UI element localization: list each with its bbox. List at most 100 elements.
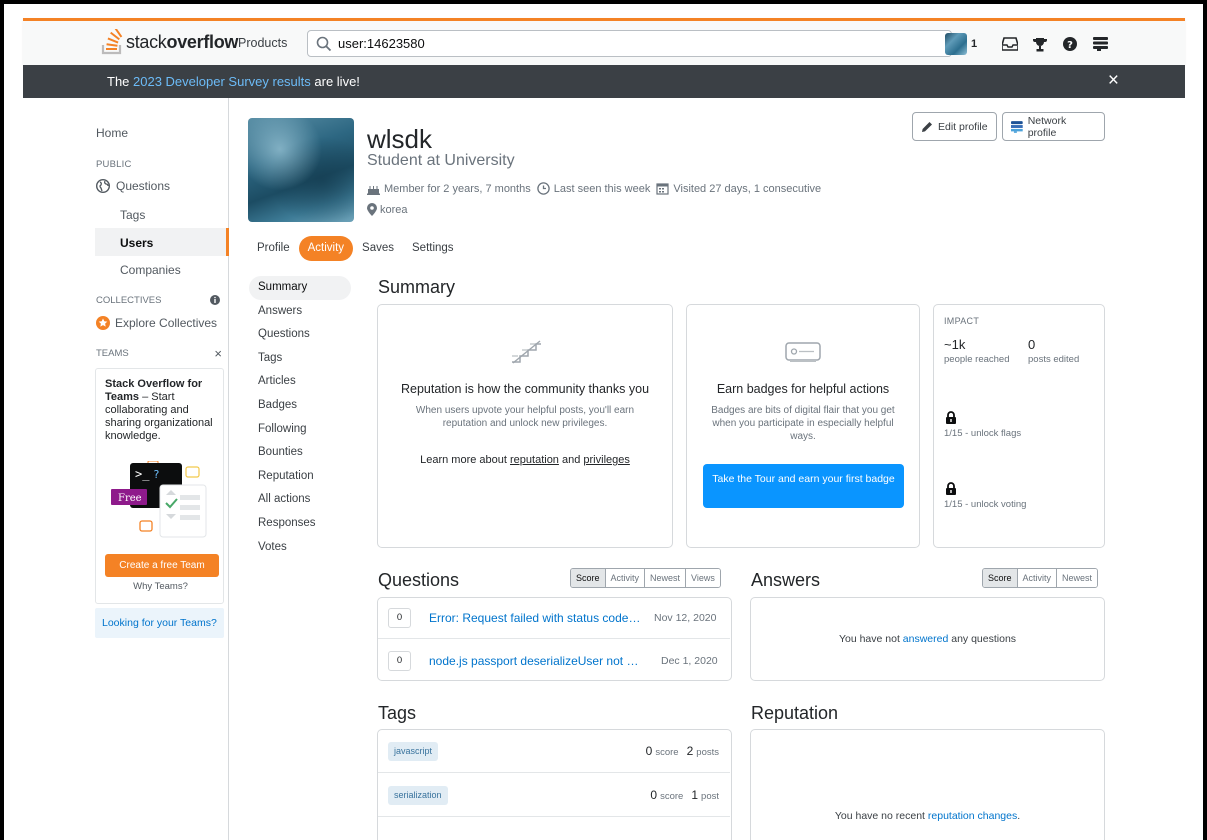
survey-results-link[interactable]: 2023 Developer Survey results <box>133 74 311 89</box>
question-title-link[interactable]: node.js passport deserializeUser not wor… <box>429 654 641 668</box>
subnav-summary[interactable]: Summary <box>249 276 351 300</box>
people-reached-value: ~1k <box>944 337 966 352</box>
reputation-changes-link[interactable]: reputation changes <box>928 810 1017 822</box>
logo-text-bold: overflow <box>166 31 239 52</box>
question-row: 0 node.js passport deserializeUser not w… <box>378 640 730 681</box>
search-box[interactable] <box>307 30 952 57</box>
questions-sort-newest[interactable]: Newest <box>645 569 687 587</box>
answered-link[interactable]: answered <box>903 633 949 645</box>
subnav-votes[interactable]: Votes <box>249 536 351 560</box>
question-score: 0 <box>388 608 411 628</box>
unlock-flags-text: 1/15 - unlock flags <box>944 428 1022 439</box>
nav-companies[interactable]: Companies <box>120 263 181 277</box>
edit-profile-button[interactable]: Edit profile <box>912 112 997 141</box>
nav-questions[interactable]: Questions <box>96 179 170 193</box>
stackoverflow-logo[interactable]: stackoverflow <box>101 27 238 57</box>
nav-home[interactable]: Home <box>96 126 128 140</box>
people-reached-label: people reached <box>944 354 1010 365</box>
tag-score-value: 0 <box>645 744 653 758</box>
reputation-card-title: Reputation is how the community thanks y… <box>400 382 650 396</box>
nav-tags[interactable]: Tags <box>120 208 145 222</box>
create-free-team-button[interactable]: Create a free Team <box>105 554 219 577</box>
question-date: Nov 12, 2020 <box>654 612 717 624</box>
tab-profile[interactable]: Profile <box>248 236 299 261</box>
tab-saves[interactable]: Saves <box>353 236 403 261</box>
privileges-link[interactable]: privileges <box>583 454 629 466</box>
subnav-responses[interactable]: Responses <box>249 512 351 536</box>
subnav-following[interactable]: Following <box>249 418 351 442</box>
user-avatar[interactable] <box>945 33 967 55</box>
activity-subnav: Summary Answers Questions Tags Articles … <box>249 276 351 559</box>
calendar-icon <box>656 183 669 195</box>
tag-posts-label: post <box>701 791 719 802</box>
answers-sort-activity[interactable]: Activity <box>1017 569 1058 587</box>
banner-close-icon[interactable]: × <box>1108 71 1119 91</box>
subnav-reputation[interactable]: Reputation <box>249 465 351 489</box>
questions-sort-score[interactable]: Score <box>571 569 606 587</box>
reputation-empty-card: You have no recent reputation changes. <box>750 729 1105 840</box>
tag-javascript[interactable]: javascript <box>388 741 439 761</box>
question-date: Dec 1, 2020 <box>661 654 718 667</box>
nav-users[interactable]: Users <box>95 228 229 256</box>
subnav-all-actions[interactable]: All actions <box>249 488 351 512</box>
profile-meta: Member for 2 years, 7 months Last seen t… <box>367 182 827 195</box>
cake-icon <box>367 185 380 195</box>
products-link[interactable]: Products <box>238 36 287 50</box>
nav-section-teams: TEAMS × <box>96 346 222 361</box>
tag-score-label: score <box>655 747 679 758</box>
badges-card: Earn badges for helpful actions Badges a… <box>686 304 920 548</box>
answers-empty-post: any questions <box>948 633 1017 645</box>
logo-text-light: stack <box>126 31 167 52</box>
subnav-answers[interactable]: Answers <box>249 300 351 324</box>
lock-icon <box>946 482 956 495</box>
search-input[interactable] <box>338 36 938 51</box>
network-profile-button[interactable]: Network profile <box>1002 112 1105 141</box>
why-teams-link[interactable]: Why Teams? <box>96 581 225 592</box>
subnav-articles[interactable]: Articles <box>249 370 351 394</box>
site-switcher-icon[interactable] <box>1085 29 1115 59</box>
tag-row: serialization 0 score 1 post <box>378 774 730 817</box>
question-title-link[interactable]: Error: Request failed with status code 5… <box>429 611 641 625</box>
answers-sort-score[interactable]: Score <box>983 569 1018 587</box>
subnav-questions[interactable]: Questions <box>249 323 351 347</box>
teams-label: TEAMS <box>96 348 129 359</box>
top-bar: stackoverflow Products 1 ? <box>23 18 1185 65</box>
tag-serialization[interactable]: serialization <box>388 785 448 805</box>
left-sidebar: Home PUBLIC Questions Tags Users Compani… <box>95 98 229 840</box>
profile-location: korea <box>367 203 408 216</box>
lock-icon <box>946 411 956 424</box>
subnav-tags[interactable]: Tags <box>249 347 351 371</box>
help-icon[interactable]: ? <box>1055 29 1085 59</box>
looking-for-teams-link[interactable]: Looking for your Teams? <box>95 608 224 638</box>
nav-explore-collectives[interactable]: Explore Collectives <box>96 316 217 330</box>
profile-title: Student at University <box>367 152 515 169</box>
questions-sort-views[interactable]: Views <box>686 569 720 587</box>
impact-card: IMPACT ~1k people reached 0 posts edited… <box>933 304 1105 548</box>
svg-text:>_: >_ <box>135 467 150 481</box>
tab-activity[interactable]: Activity <box>298 236 354 261</box>
collectives-star-icon <box>96 316 110 330</box>
profile-avatar <box>248 118 354 222</box>
reputation-empty-post: . <box>1017 810 1021 822</box>
answers-empty-pre: You have not <box>838 633 903 645</box>
learn-more-text: Learn more about <box>420 454 510 466</box>
inbox-icon[interactable] <box>995 29 1025 59</box>
questions-sort-activity[interactable]: Activity <box>605 569 646 587</box>
achievements-icon[interactable] <box>1025 29 1055 59</box>
last-seen: Last seen this week <box>553 182 651 195</box>
subnav-badges[interactable]: Badges <box>249 394 351 418</box>
collectives-label: COLLECTIVES <box>96 295 162 306</box>
teams-illustration-icon: >_ ? Free <box>111 461 207 538</box>
take-tour-button[interactable]: Take the Tour and earn your first badge <box>703 464 904 508</box>
answers-heading: Answers <box>751 570 821 590</box>
info-icon[interactable] <box>210 295 220 305</box>
reputation-link[interactable]: reputation <box>510 454 559 466</box>
close-teams-icon[interactable]: × <box>214 346 222 361</box>
location-text: korea <box>380 203 408 216</box>
answers-sort-newest[interactable]: Newest <box>1057 569 1098 587</box>
tab-settings[interactable]: Settings <box>403 236 463 261</box>
tag-score-label: score <box>660 791 684 802</box>
reputation-heading: Reputation <box>751 703 839 723</box>
subnav-bounties[interactable]: Bounties <box>249 441 351 465</box>
teams-promo: Stack Overflow for Teams – Start collabo… <box>95 368 224 604</box>
